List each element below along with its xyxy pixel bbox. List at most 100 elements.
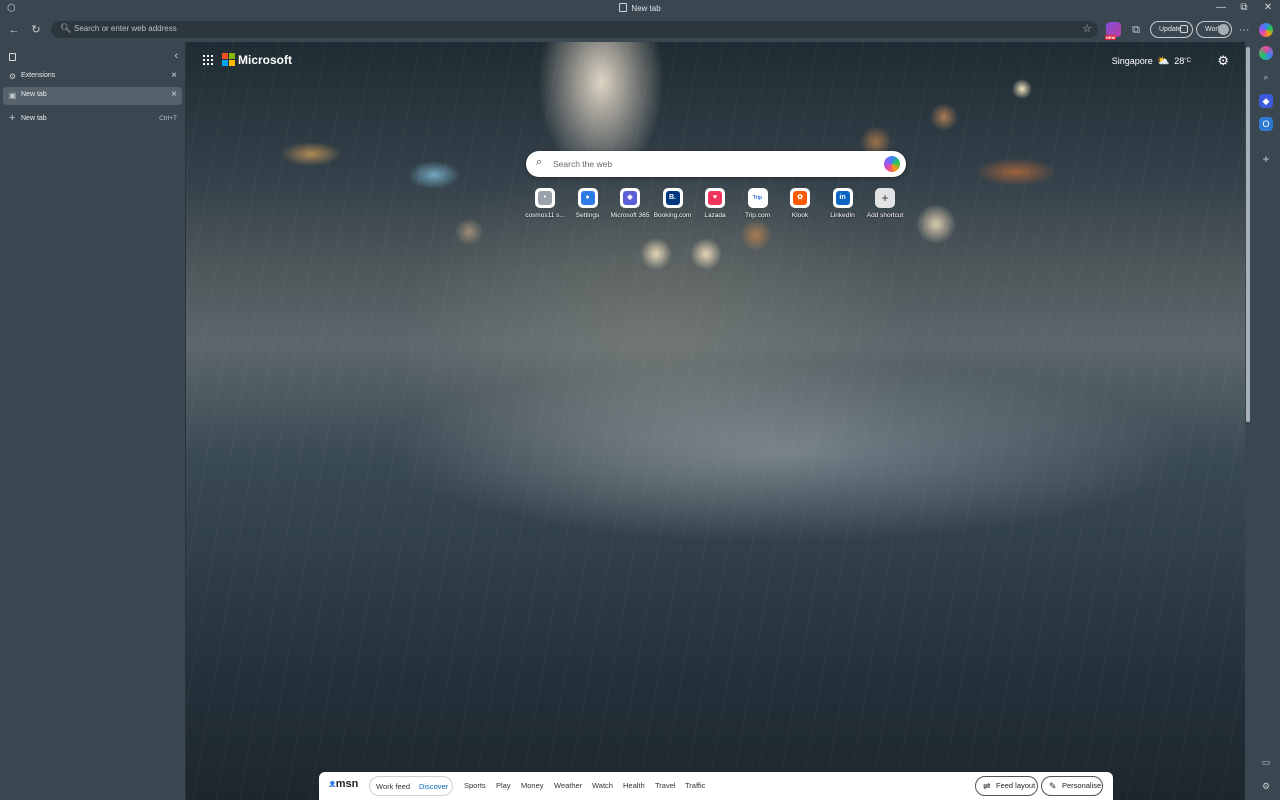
minimize-button[interactable]: — (1214, 2, 1228, 13)
shortcut-tile[interactable]: • cosmos11 s... (524, 186, 566, 219)
scrollbar-thumb[interactable] (1246, 47, 1250, 422)
shortcut-tile[interactable]: in LinkedIn (822, 186, 864, 219)
profile-button[interactable]: Work (1196, 21, 1232, 38)
weather-widget[interactable]: Singapore ⛅ 28°C (1112, 56, 1191, 67)
shortcut-tile[interactable]: ♥ Lazada (694, 186, 736, 219)
shortcut-label: Add shortcut (866, 212, 904, 219)
extension-new-icon[interactable]: NEW (1105, 22, 1121, 40)
nav-sports[interactable]: Sports (464, 781, 486, 790)
nav-traffic[interactable]: Traffic (685, 781, 705, 790)
shortcut-tile[interactable]: + Add shortcut (864, 186, 906, 219)
shortcut-label: Settings (575, 212, 600, 219)
close-window-button[interactable]: ✕ (1261, 2, 1275, 13)
collapse-pane-icon[interactable]: ‹ (174, 50, 178, 62)
search-icon: ⌕ (536, 156, 543, 168)
address-placeholder: Search or enter web address (74, 24, 177, 33)
update-icon (1180, 25, 1188, 33)
page-icon (619, 3, 628, 12)
shortcut-tile-bg: Trip (747, 188, 768, 208)
brand-name: Microsoft (238, 53, 292, 67)
shortcut-tile[interactable]: Trip Trip.com (737, 186, 779, 219)
cosmos-icon: • (538, 191, 552, 205)
shortcut-tile-bg: B. (662, 188, 683, 208)
favorite-star-icon[interactable]: ☆ (1082, 22, 1092, 35)
title-bar: ⬡ New tab — ⧉ ✕ (0, 0, 1280, 18)
sidebar-settings-gear-icon[interactable]: ⚙ (1259, 779, 1273, 793)
new-badge: NEW (1105, 35, 1117, 40)
nav-watch[interactable]: Watch (592, 781, 613, 790)
back-arrow-icon[interactable]: ← (6, 22, 22, 38)
search-placeholder: Search the web (553, 159, 613, 169)
page-settings-gear-icon[interactable]: ⚙ (1217, 53, 1229, 69)
linkedin-icon: in (835, 191, 850, 205)
personalise-icon: ✎ (1049, 781, 1057, 791)
weather-unit: °C (1184, 58, 1191, 64)
booking-icon: B. (665, 191, 680, 205)
nav-play[interactable]: Play (496, 781, 511, 790)
shortcut-label: cosmos11 s... (525, 212, 565, 219)
new-tab-shortcut: Ctrl+T (159, 115, 177, 122)
vertical-tabs-pane: ‹ ⚙ Extensions × ▣ New tab × + New tab C… (0, 42, 186, 800)
close-tab-icon[interactable]: × (171, 89, 177, 100)
shopping-icon[interactable]: ◆ (1259, 94, 1273, 108)
shortcut-tile-bg: in (832, 188, 853, 208)
shortcut-tile[interactable]: ✿ Klook (779, 186, 821, 219)
personalise-button[interactable]: ✎ Personalise (1041, 776, 1103, 796)
shortcut-tile[interactable]: B. Booking.com (652, 186, 694, 219)
new-tab-page: Microsoft Singapore ⛅ 28°C ⚙ ⌕ Search th… (186, 42, 1245, 800)
weather-location: Singapore (1111, 56, 1153, 66)
page-scrollbar[interactable] (1245, 42, 1252, 800)
more-menu-button[interactable]: ··· (1236, 22, 1252, 38)
address-bar[interactable]: 🔍︎ Search or enter web address ☆ (51, 21, 1098, 38)
tab-work-feed[interactable]: Work feed (376, 782, 410, 791)
shortcut-tile-bg: ● (577, 188, 598, 208)
outlook-icon[interactable]: O (1259, 117, 1273, 131)
tab-discover[interactable]: Discover (419, 782, 448, 791)
shortcut-tile[interactable]: ◆ Microsoft 365 (609, 186, 651, 219)
nav-money[interactable]: Money (521, 781, 544, 790)
close-tab-icon[interactable]: × (171, 70, 177, 81)
web-search-box[interactable]: ⌕ Search the web (526, 151, 906, 177)
extensions-puzzle-icon[interactable]: ⧉ (1128, 22, 1144, 38)
shortcut-label: LinkedIn (830, 212, 855, 219)
msn-logo[interactable]: ᴥmsn (329, 778, 358, 790)
klook-icon: ✿ (793, 191, 807, 205)
tab-extensions[interactable]: ⚙ Extensions × (3, 68, 182, 86)
tab-actions-icon[interactable] (9, 53, 16, 61)
add-sidebar-app-icon[interactable]: + (1259, 152, 1273, 166)
shortcut-label: Lazada (704, 212, 726, 219)
nav-travel[interactable]: Travel (655, 781, 676, 790)
lazada-icon: ♥ (708, 191, 722, 205)
copilot-icon[interactable] (884, 156, 900, 172)
app-launcher-icon[interactable] (203, 55, 213, 65)
update-label: Update (1159, 26, 1182, 33)
window-title: New tab (0, 3, 1280, 13)
new-tab-button[interactable]: + New tab Ctrl+T (3, 111, 182, 129)
update-button[interactable]: Update (1150, 21, 1193, 38)
shortcut-tile-bg: + (875, 188, 895, 208)
plus-icon: + (9, 112, 16, 124)
shortcut-label: Klook (791, 212, 809, 219)
restore-button[interactable]: ⧉ (1237, 2, 1251, 13)
feed-layout-button[interactable]: ⇌ Feed layout (975, 776, 1038, 796)
nav-health[interactable]: Health (623, 781, 645, 790)
copilot-chat-icon[interactable] (1259, 46, 1273, 60)
screenshot-icon[interactable]: ▭ (1259, 755, 1273, 769)
new-tab-label: New tab (21, 115, 47, 122)
shortcut-tile-bg: ✿ (790, 188, 810, 208)
edge-sidebar: ⌕ ◆ O + ▭ ⚙ (1252, 18, 1280, 800)
shortcut-tile-bg: • (535, 188, 555, 208)
nav-weather[interactable]: Weather (554, 781, 582, 790)
search-icon[interactable]: ⌕ (1259, 70, 1273, 84)
feed-toggle: Work feed Discover (369, 776, 453, 796)
tab-new-tab[interactable]: ▣ New tab × (3, 87, 182, 105)
shortcut-tile-bg: ◆ (620, 188, 640, 208)
weather-temperature: 28 (1174, 56, 1185, 66)
shortcut-label: Trip.com (744, 212, 771, 219)
tab-label: Extensions (21, 72, 56, 79)
extensions-gear-icon: ⚙ (8, 72, 17, 81)
plus-icon: + (881, 191, 889, 205)
shortcut-tile[interactable]: ● Settings (567, 186, 609, 219)
copilot-sidebar-icon[interactable] (1259, 23, 1273, 37)
refresh-icon[interactable]: ↻ (28, 22, 44, 38)
